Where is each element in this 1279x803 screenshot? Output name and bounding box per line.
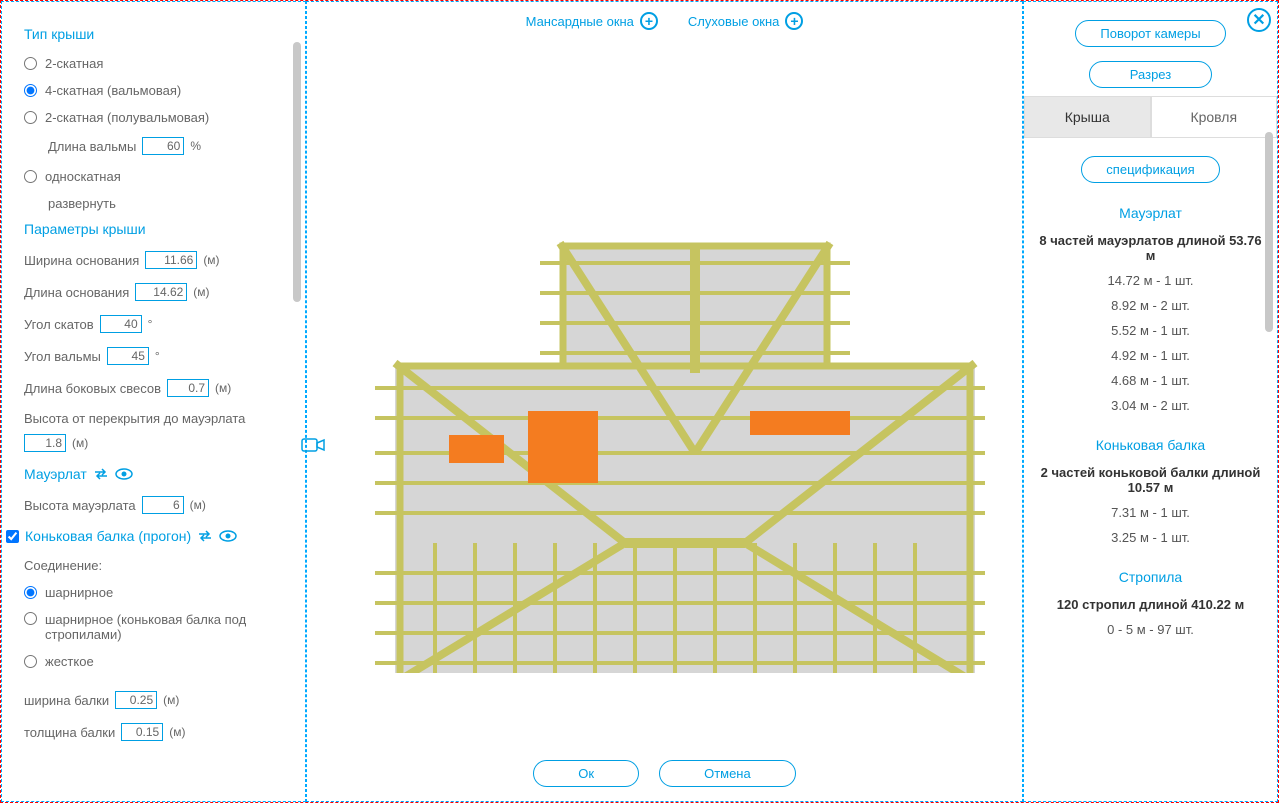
roof-plan-drawing: [345, 113, 985, 673]
data-line: 3.25 м - 1 шт.: [1038, 530, 1263, 545]
left-properties-panel: Тип крыши 2-скатная 4-скатная (вальмовая…: [1, 1, 306, 802]
hip-length-label: Длина вальмы: [48, 139, 136, 154]
section-button[interactable]: Разрез: [1089, 61, 1212, 88]
mauerlat-title: Мауэрлат: [24, 466, 283, 482]
ridge-data-title: Коньковая балка: [1038, 437, 1263, 453]
label-hinge[interactable]: шарнирное: [45, 585, 113, 600]
rafters-summary: 120 стропил длиной 410.22 м: [1038, 597, 1263, 612]
rafters-data-title: Стропила: [1038, 569, 1263, 585]
data-line: 5.52 м - 1 шт.: [1038, 323, 1263, 338]
flip-link[interactable]: развернуть: [48, 196, 283, 211]
mauerlat-height-label: Высота мауэрлата: [24, 498, 136, 513]
overhang-label: Длина боковых свесов: [24, 381, 161, 396]
right-scrollbar[interactable]: [1265, 132, 1273, 791]
spec-button[interactable]: спецификация: [1081, 156, 1219, 183]
label-mono[interactable]: односкатная: [45, 169, 121, 184]
radio-2slope[interactable]: [24, 57, 37, 70]
label-rigid[interactable]: жесткое: [45, 654, 94, 669]
joint-label: Соединение:: [24, 558, 283, 573]
ok-button[interactable]: Ок: [533, 760, 639, 787]
base-length-label: Длина основания: [24, 285, 129, 300]
slope-angle-label: Угол скатов: [24, 317, 94, 332]
roof-3d-viewport[interactable]: [307, 40, 1022, 746]
radio-hinge[interactable]: [24, 586, 37, 599]
camera-tool-icon[interactable]: [299, 435, 327, 455]
eye-icon[interactable]: [115, 468, 133, 480]
slope-angle-input[interactable]: [100, 315, 142, 333]
tab-roof[interactable]: Крыша: [1024, 96, 1151, 138]
beam-thick-label: толщина балки: [24, 725, 115, 740]
mansard-windows-button[interactable]: Мансардные окна+: [526, 12, 658, 30]
eye-icon[interactable]: [219, 530, 237, 542]
close-button[interactable]: ✕: [1247, 8, 1271, 32]
radio-hinge-under[interactable]: [24, 612, 37, 625]
roof-type-title: Тип крыши: [24, 26, 283, 42]
beam-width-input[interactable]: [115, 691, 157, 709]
data-line: 7.31 м - 1 шт.: [1038, 505, 1263, 520]
hip-angle-label: Угол вальмы: [24, 349, 101, 364]
label-halfhip[interactable]: 2-скатная (полувальмовая): [45, 110, 209, 125]
data-line: 0 - 5 м - 97 шт.: [1038, 622, 1263, 637]
camera-rotate-button[interactable]: Поворот камеры: [1075, 20, 1225, 47]
mauerlat-height-from-input[interactable]: [24, 434, 66, 452]
beam-width-label: ширина балки: [24, 693, 109, 708]
ridge-summary: 2 частей коньковой балки длиной 10.57 м: [1038, 465, 1263, 495]
center-viewport-panel: Мансардные окна+ Слуховые окна+ full 0.3…: [306, 1, 1023, 802]
right-results-panel: ✕ Поворот камеры Разрез Крыша Кровля спе…: [1023, 1, 1278, 802]
plus-icon: +: [785, 12, 803, 30]
base-width-input[interactable]: [145, 251, 197, 269]
radio-mono[interactable]: [24, 170, 37, 183]
hip-angle-input[interactable]: [107, 347, 149, 365]
roof-params-title: Параметры крыши: [24, 221, 283, 237]
mauerlat-summary: 8 частей мауэрлатов длиной 53.76 м: [1038, 233, 1263, 263]
radio-4slope[interactable]: [24, 84, 37, 97]
data-line: 4.92 м - 1 шт.: [1038, 348, 1263, 363]
base-length-input[interactable]: [135, 283, 187, 301]
ridge-checkbox[interactable]: [6, 530, 19, 543]
base-width-label: Ширина основания: [24, 253, 139, 268]
label-2slope[interactable]: 2-скатная: [45, 56, 103, 71]
mauerlat-data-title: Мауэрлат: [1038, 205, 1263, 221]
data-line: 8.92 м - 2 шт.: [1038, 298, 1263, 313]
left-scrollbar[interactable]: [293, 42, 301, 791]
swap-icon[interactable]: [93, 466, 109, 482]
cancel-button[interactable]: Отмена: [659, 760, 796, 787]
beam-thick-input[interactable]: [121, 723, 163, 741]
radio-rigid[interactable]: [24, 655, 37, 668]
label-hinge-under[interactable]: шарнирное (коньковая балка под стропилам…: [45, 612, 265, 642]
data-line: 14.72 м - 1 шт.: [1038, 273, 1263, 288]
hip-length-unit: %: [190, 139, 201, 153]
radio-halfhip[interactable]: [24, 111, 37, 124]
mauerlat-height-from-label: Высота от перекрытия до мауэрлата: [24, 411, 245, 426]
dormer-windows-button[interactable]: Слуховые окна+: [688, 12, 803, 30]
tab-covering[interactable]: Кровля: [1151, 96, 1278, 138]
mauerlat-height-input[interactable]: [142, 496, 184, 514]
hip-length-input[interactable]: [142, 137, 184, 155]
ridge-title: Коньковая балка (прогон): [25, 528, 237, 544]
data-line: 3.04 м - 2 шт.: [1038, 398, 1263, 413]
data-line: 4.68 м - 1 шт.: [1038, 373, 1263, 388]
plus-icon: +: [640, 12, 658, 30]
overhang-input[interactable]: [167, 379, 209, 397]
swap-icon[interactable]: [197, 528, 213, 544]
label-4slope[interactable]: 4-скатная (вальмовая): [45, 83, 181, 98]
